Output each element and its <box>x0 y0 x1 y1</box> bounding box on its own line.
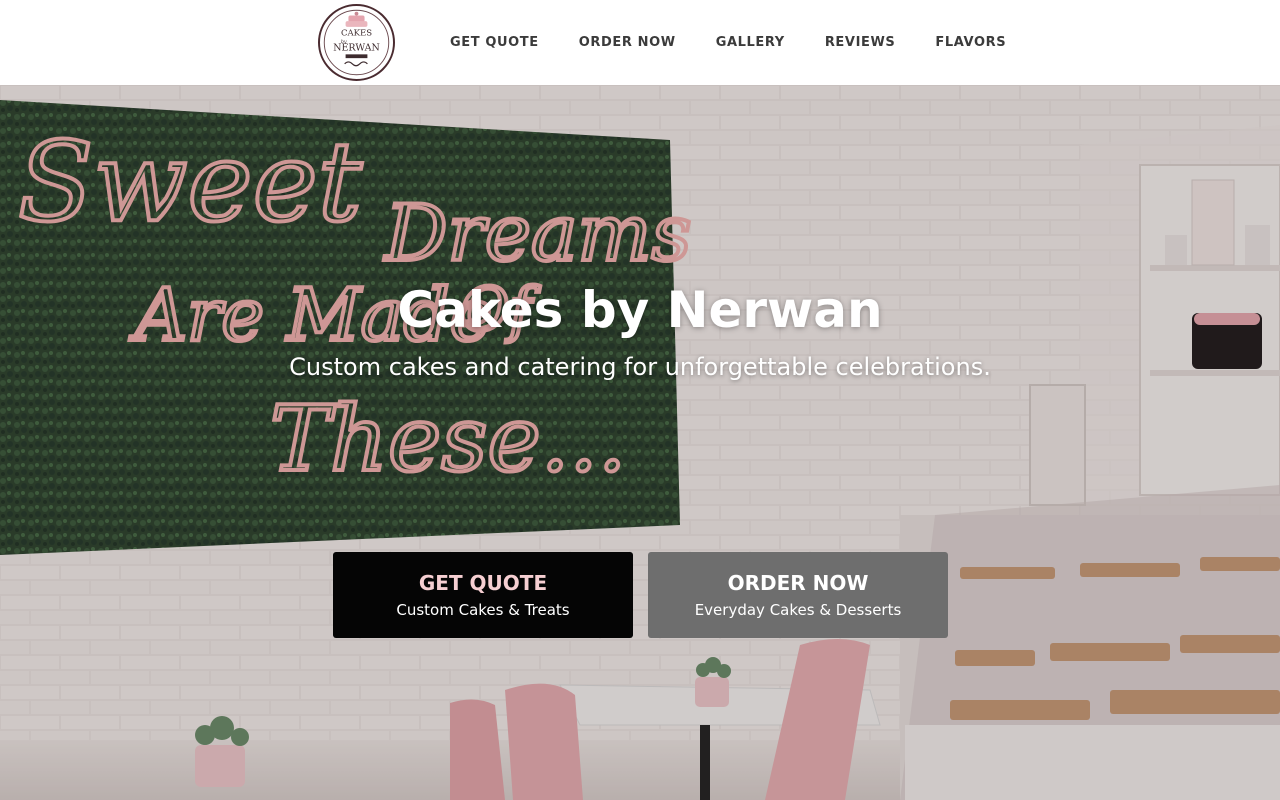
nav-flavors[interactable]: FLAVORS <box>915 35 1026 50</box>
main-menu: GET QUOTE ORDER NOW GALLERY REVIEWS FLAV… <box>430 0 1026 85</box>
hero-subtitle: Custom cakes and catering for unforgetta… <box>289 353 991 381</box>
top-nav: CAKES by NERWAN GET QUOTE ORDER NOW GALL… <box>0 0 1280 85</box>
nav-order-now[interactable]: ORDER NOW <box>559 35 696 50</box>
cakes-by-nerwan-logo-icon: CAKES by NERWAN <box>323 9 390 76</box>
brand-logo[interactable]: CAKES by NERWAN <box>318 4 395 81</box>
get-quote-subtitle: Custom Cakes & Treats <box>396 601 570 619</box>
hero-overlay <box>0 85 1280 800</box>
logo-text-bottom: NERWAN <box>333 43 380 54</box>
hero-title: Cakes by Nerwan <box>397 281 883 339</box>
get-quote-title: GET QUOTE <box>418 571 548 595</box>
order-now-subtitle: Everyday Cakes & Desserts <box>694 601 902 619</box>
logo-text-top: CAKES <box>341 28 372 38</box>
hero-section: Sweet Dreams Are Made Of These... Cakes … <box>0 85 1280 800</box>
nav-reviews[interactable]: REVIEWS <box>805 35 916 50</box>
order-now-button[interactable]: ORDER NOW Everyday Cakes & Desserts <box>648 552 948 638</box>
get-quote-button[interactable]: GET QUOTE Custom Cakes & Treats <box>333 552 633 638</box>
order-now-title: ORDER NOW <box>727 571 869 595</box>
nav-get-quote[interactable]: GET QUOTE <box>430 35 559 50</box>
nav-gallery[interactable]: GALLERY <box>696 35 805 50</box>
